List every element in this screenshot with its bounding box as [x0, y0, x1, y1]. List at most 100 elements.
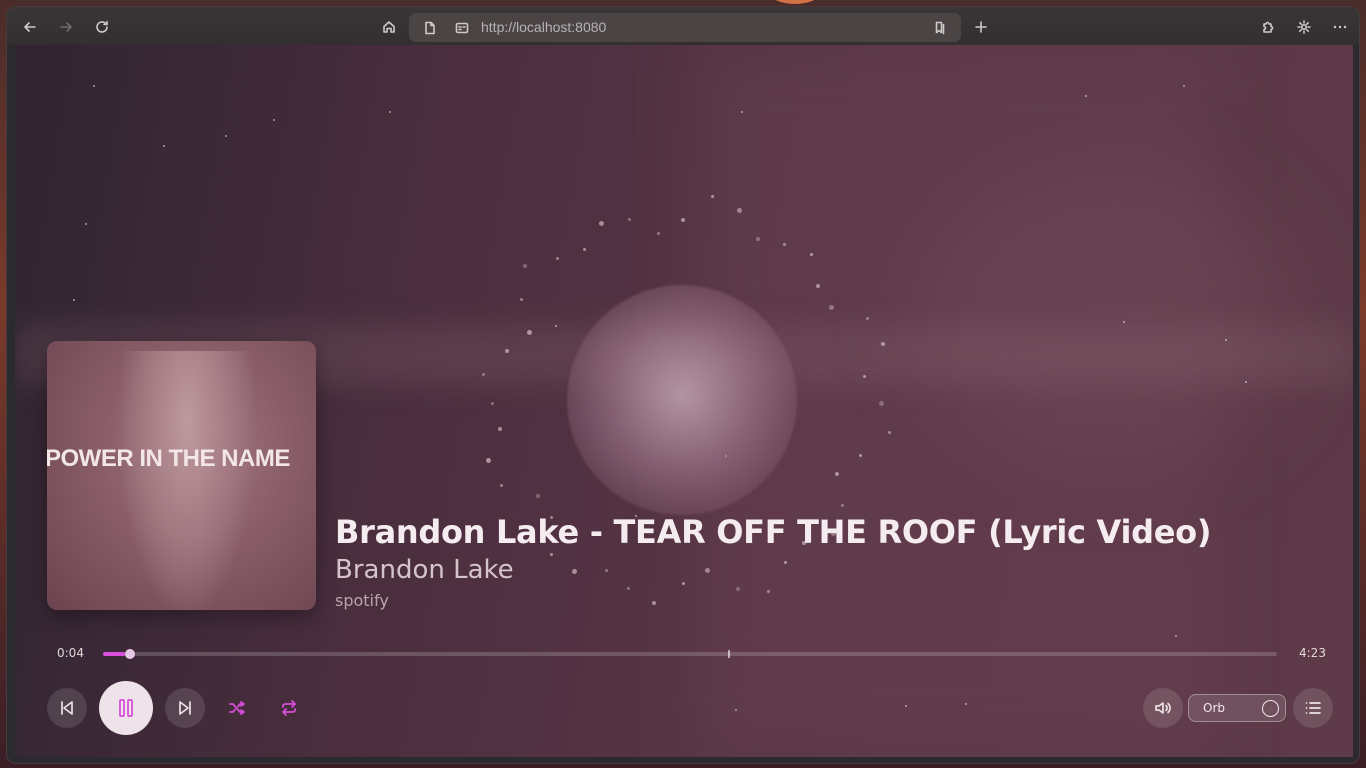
menu-button[interactable] — [1327, 14, 1353, 40]
star — [965, 703, 967, 705]
next-button[interactable] — [165, 688, 205, 728]
duration-time: 4:23 — [1299, 646, 1326, 660]
visualizer-dot — [490, 401, 494, 405]
skip-back-icon — [61, 701, 73, 715]
track-artist: Brandon Lake — [335, 555, 514, 585]
visualizer-dot — [657, 231, 661, 235]
visualizer-dot — [535, 494, 540, 499]
star — [905, 705, 907, 707]
bookmark-icon — [935, 21, 945, 35]
progress-marker — [728, 650, 730, 658]
visualizer-dot — [523, 264, 528, 269]
star — [735, 709, 737, 711]
settings-button[interactable] — [1291, 14, 1317, 40]
puzzle-icon — [1263, 21, 1274, 33]
reload-icon — [96, 20, 108, 33]
star — [85, 223, 87, 225]
star — [225, 135, 227, 137]
skip-forward-icon — [179, 701, 191, 715]
visualizer-mode-label: Orb — [1203, 701, 1225, 715]
visualizer-dot — [572, 568, 578, 574]
star — [73, 299, 75, 301]
star — [389, 111, 391, 113]
visualizer-dot — [755, 236, 760, 241]
pause-icon — [119, 699, 133, 717]
star — [1245, 381, 1247, 383]
visualizer-dot — [550, 552, 554, 556]
star — [741, 111, 743, 113]
shuffle-button[interactable] — [217, 688, 257, 728]
star — [1123, 321, 1125, 323]
list-icon — [1305, 702, 1321, 714]
visualizer-dot — [481, 372, 485, 376]
site-info-icon[interactable] — [453, 19, 471, 37]
star — [163, 145, 165, 147]
visualizer-dot — [681, 218, 685, 223]
home-button[interactable] — [376, 14, 402, 40]
visualizer-dot — [783, 560, 787, 564]
visualizer-dot — [878, 400, 884, 406]
arrow-right-icon — [60, 22, 72, 32]
volume-icon — [1155, 702, 1171, 714]
star — [93, 85, 95, 87]
visualizer-dot — [626, 587, 630, 591]
visualizer-dot — [556, 256, 560, 260]
volume-button[interactable] — [1143, 688, 1183, 728]
visualizer-dot — [681, 582, 685, 586]
track-source: spotify — [335, 591, 389, 610]
bookmark-button[interactable] — [931, 19, 949, 37]
arrow-left-icon — [24, 22, 36, 32]
visualizer-dot — [582, 247, 586, 251]
album-art-figure — [117, 351, 257, 610]
star — [1175, 635, 1177, 637]
visualizer-dot — [526, 330, 532, 336]
visualizer-dot — [627, 217, 631, 221]
star — [1225, 339, 1227, 341]
album-art: POWER IN THE NAME — [47, 341, 316, 610]
visualizer-dot — [652, 601, 657, 606]
player-viewport: POWER IN THE NAME Brandon Lake - TEAR OF… — [15, 45, 1353, 757]
back-button[interactable] — [17, 14, 43, 40]
page-icon — [421, 19, 439, 37]
forward-button[interactable] — [53, 14, 79, 40]
previous-button[interactable] — [47, 688, 87, 728]
elapsed-time: 0:04 — [57, 646, 84, 660]
star — [555, 325, 557, 327]
visualizer-dot — [704, 568, 710, 574]
progress-bar[interactable] — [103, 649, 1277, 659]
star — [273, 119, 275, 121]
orb-mode-icon — [1262, 700, 1279, 717]
visualizer-dot — [828, 305, 834, 311]
browser-window: http://localhost:8080 POWER IN THE NAME — [6, 6, 1360, 764]
desktop-wallpaper-accent — [770, 0, 820, 4]
extensions-button[interactable] — [1255, 14, 1281, 40]
star — [1085, 95, 1087, 97]
visualizer-dot — [598, 221, 604, 227]
visualizer-dot — [735, 586, 740, 591]
gear-icon — [1297, 20, 1311, 34]
star — [1183, 85, 1185, 87]
visualizer-dot — [737, 208, 743, 213]
shuffle-icon — [229, 701, 245, 715]
visualizer-dot — [816, 284, 821, 288]
queue-button[interactable] — [1293, 688, 1333, 728]
play-pause-button[interactable] — [99, 681, 153, 735]
visualizer-orb — [567, 285, 797, 515]
address-bar[interactable]: http://localhost:8080 — [409, 13, 961, 42]
home-icon — [383, 21, 395, 33]
new-tab-button[interactable] — [968, 14, 994, 40]
track-title: Brandon Lake - TEAR OFF THE ROOF (Lyric … — [335, 513, 1212, 551]
url-text[interactable]: http://localhost:8080 — [481, 19, 606, 35]
visualizer-dot — [520, 297, 524, 301]
background-blur — [915, 165, 1295, 465]
progress-fill — [103, 652, 125, 656]
progress-thumb[interactable] — [125, 649, 135, 659]
reload-button[interactable] — [89, 14, 115, 40]
repeat-button[interactable] — [269, 688, 309, 728]
visualizer-dot — [500, 484, 504, 488]
visualizer-dot — [858, 453, 862, 457]
more-icon — [1333, 25, 1347, 29]
visualizer-dot — [604, 569, 608, 573]
browser-toolbar: http://localhost:8080 — [7, 7, 1359, 45]
visualizer-mode-select[interactable]: Orb — [1188, 694, 1286, 722]
